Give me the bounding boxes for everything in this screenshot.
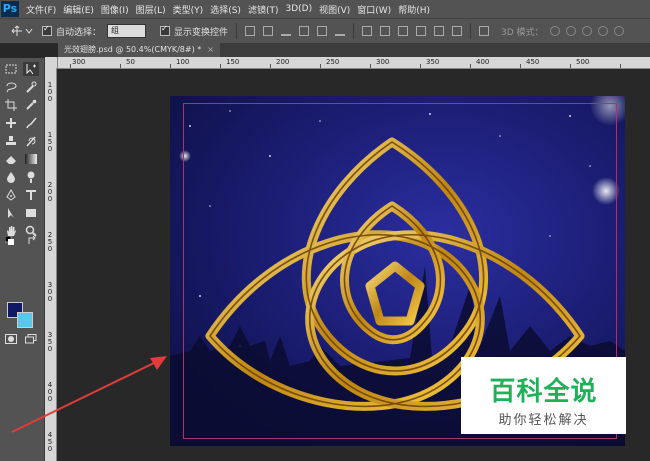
- watermark-title: 百科全说: [489, 377, 598, 407]
- watermark-badge: 百科全说 助你轻松解决: [461, 357, 626, 434]
- watermark-subtitle: 助你轻松解决: [498, 413, 589, 428]
